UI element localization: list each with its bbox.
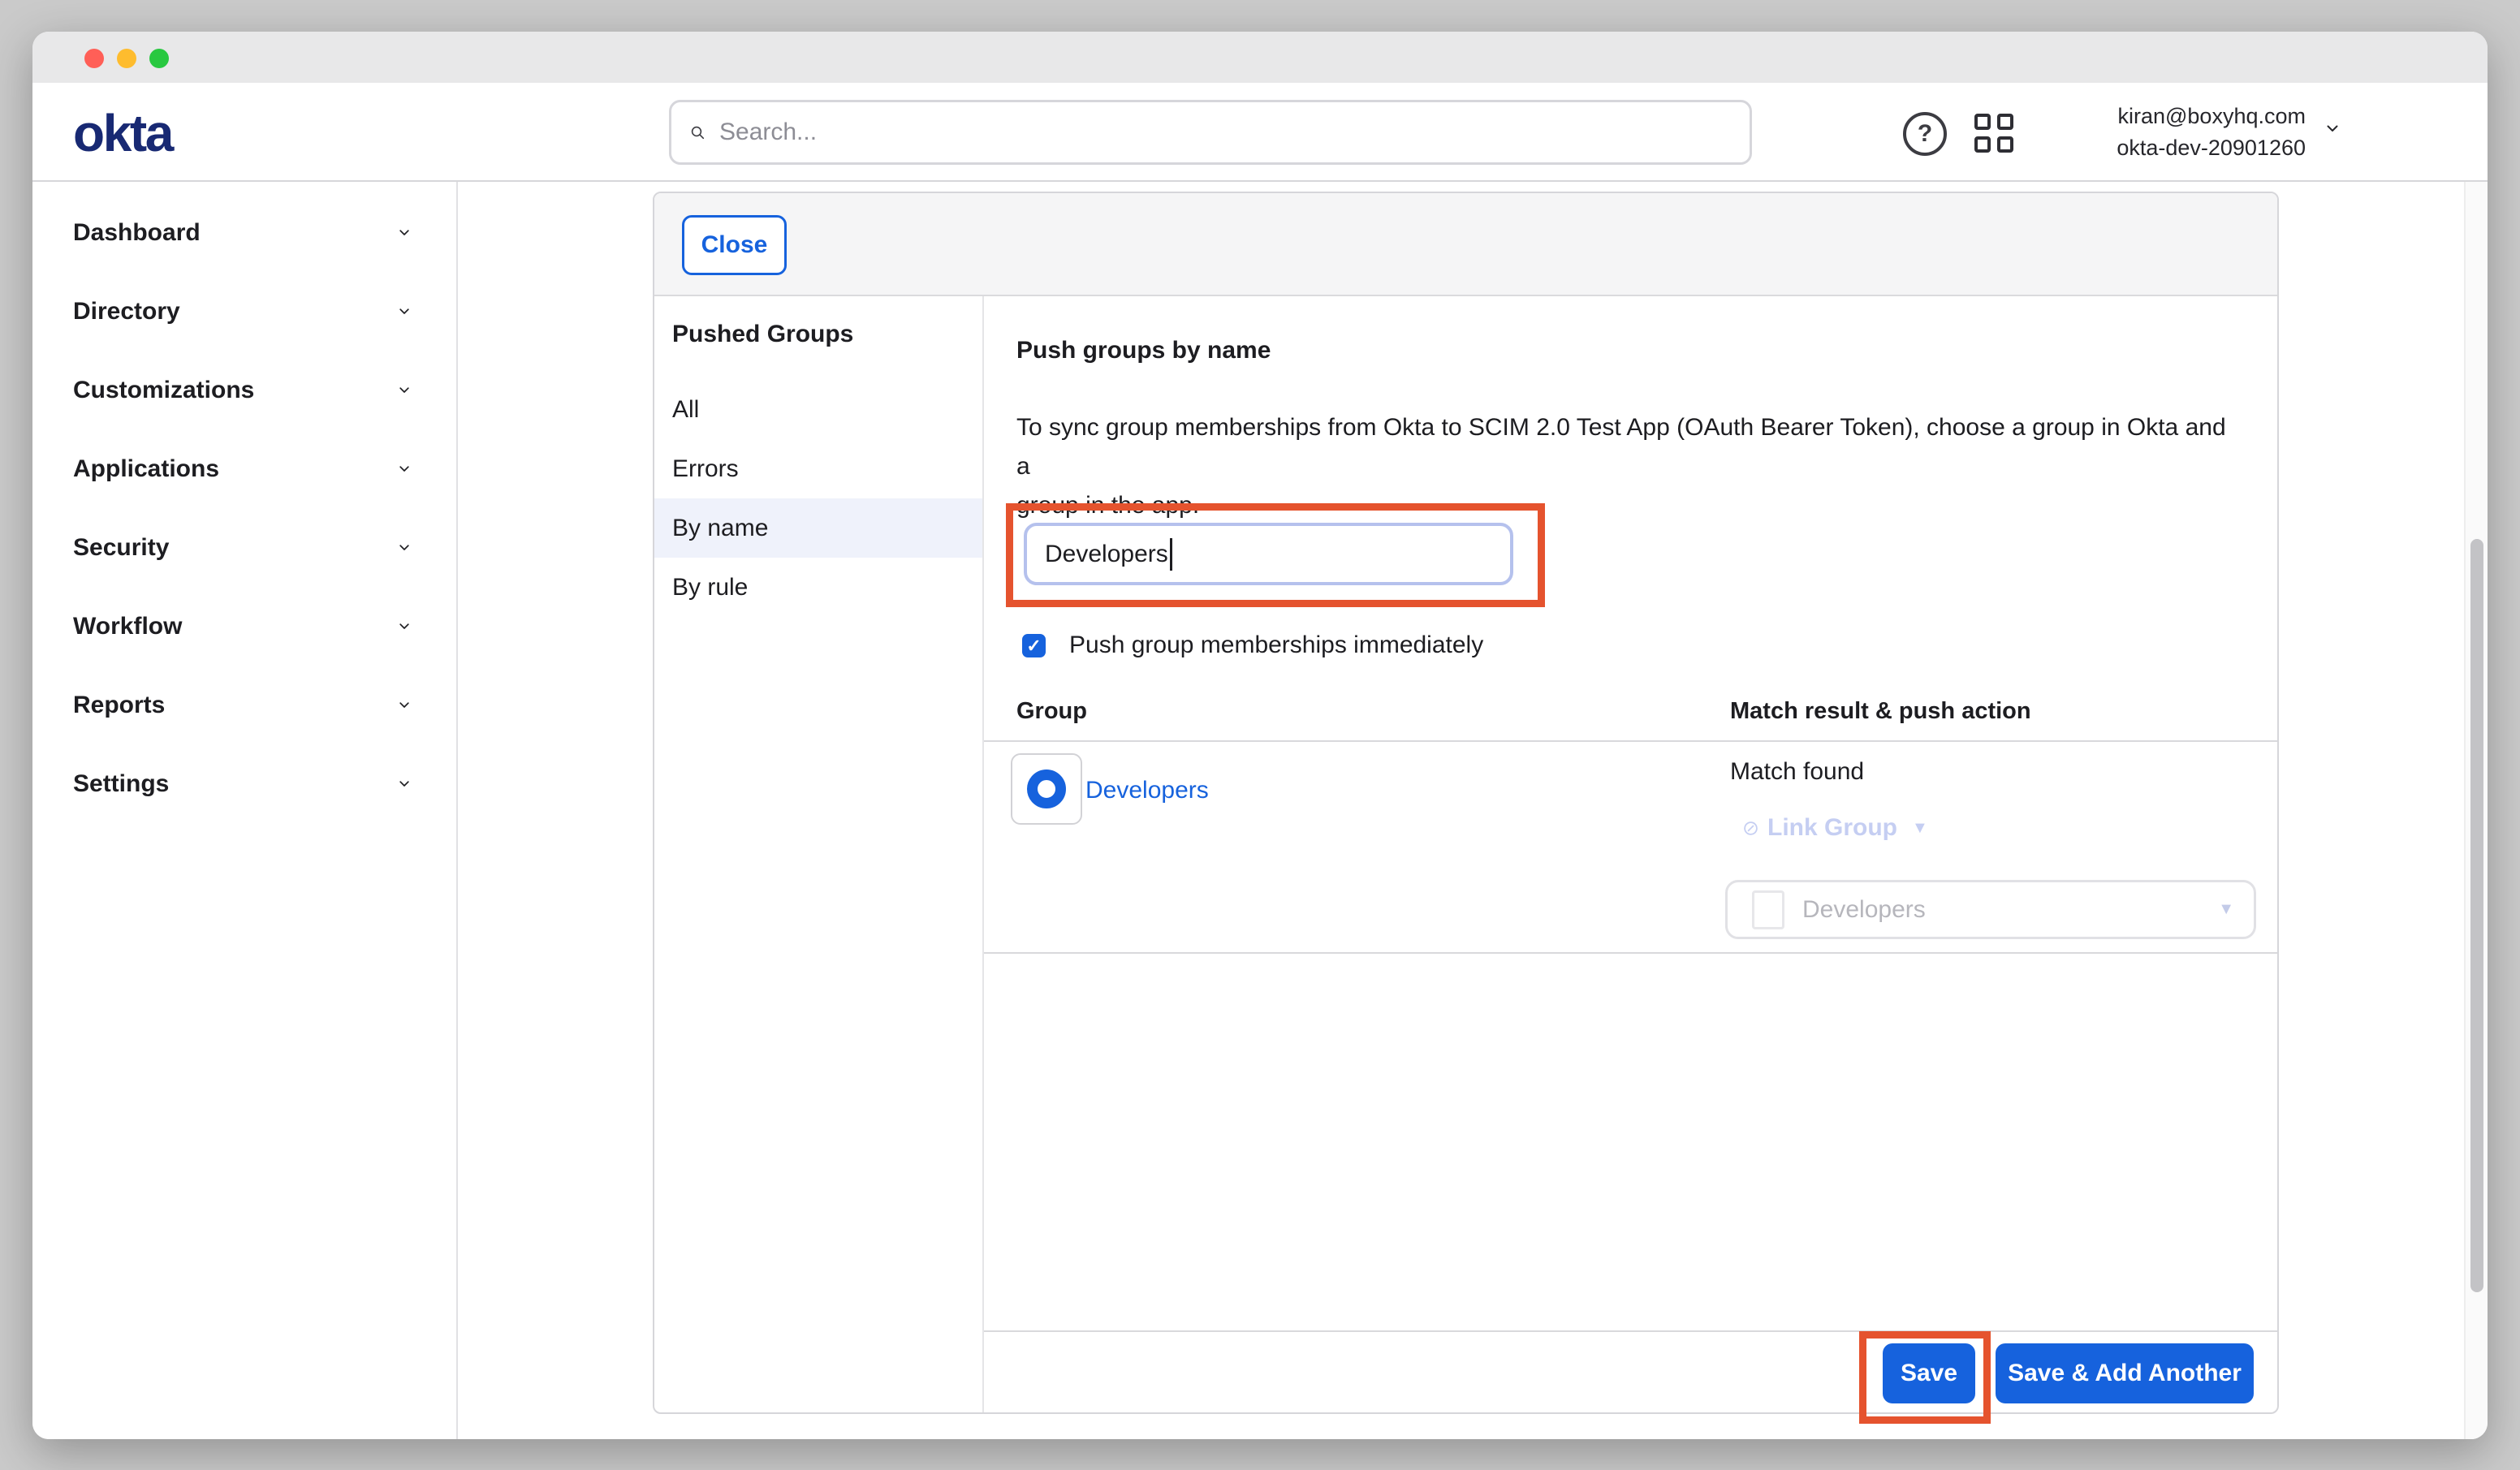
sidebar-item-workflow[interactable]: Workflow (32, 587, 456, 666)
panel-item-by-rule[interactable]: By rule (654, 558, 982, 617)
chevron-down-icon (399, 781, 409, 787)
user-menu-chevron-down-icon[interactable] (2327, 125, 2338, 132)
close-button[interactable]: Close (682, 215, 787, 275)
description-text: To sync group memberships from Okta to S… (1016, 408, 2234, 525)
panel-item-all[interactable]: All (654, 380, 982, 439)
user-org: okta-dev-20901260 (2117, 132, 2306, 164)
main-content: Close Pushed Groups All Errors By name B… (460, 182, 2464, 1439)
user-menu[interactable]: kiran@boxyhq.com okta-dev-20901260 (2117, 101, 2306, 164)
group-circle-icon (1027, 769, 1066, 808)
chevron-down-icon (399, 466, 409, 472)
pushed-groups-title: Pushed Groups (654, 296, 982, 356)
save-button[interactable]: Save (1883, 1343, 1975, 1403)
push-immediately-checkbox[interactable]: ✓ (1022, 634, 1046, 657)
sidebar-item-reports[interactable]: Reports (32, 666, 456, 744)
select-placeholder-icon (1752, 890, 1784, 929)
select-caret-icon: ▼ (2218, 900, 2234, 919)
text-cursor (1170, 538, 1172, 571)
vertical-scrollbar-track[interactable] (2464, 182, 2488, 1439)
app-window: okta ? kiran@boxyhq.com okta-dev-2090126… (32, 32, 2488, 1439)
column-header-match: Match result & push action (1730, 698, 2031, 725)
window-minimize-button[interactable] (117, 49, 136, 68)
sidebar-item-applications[interactable]: Applications (32, 429, 456, 508)
panel-item-errors[interactable]: Errors (654, 439, 982, 498)
okta-logo: okta (73, 104, 172, 162)
group-link[interactable]: Developers (1085, 777, 1209, 804)
link-group-button[interactable]: Link Group ▼ (1744, 814, 1928, 842)
chevron-down-icon (399, 702, 409, 709)
link-icon (1744, 821, 1758, 835)
top-nav: okta ? kiran@boxyhq.com okta-dev-2090126… (32, 83, 2488, 182)
sidebar-item-directory[interactable]: Directory (32, 272, 456, 351)
sidebar-nav: Dashboard Directory Customizations Appli… (32, 182, 458, 1439)
window-zoom-button[interactable] (149, 49, 169, 68)
vertical-scrollbar-thumb[interactable] (2470, 539, 2483, 1292)
user-email: kiran@boxyhq.com (2117, 101, 2306, 132)
link-group-caret-icon: ▼ (1912, 819, 1928, 838)
save-add-another-button[interactable]: Save & Add Another (1996, 1343, 2254, 1403)
window-titlebar (32, 32, 2488, 83)
push-groups-dialog: Close Pushed Groups All Errors By name B… (653, 192, 2279, 1414)
window-close-button[interactable] (84, 49, 104, 68)
panel-item-by-name[interactable]: By name (654, 498, 982, 558)
help-icon[interactable]: ? (1903, 112, 1947, 156)
apps-grid-icon[interactable] (1974, 114, 2013, 153)
search-input[interactable] (719, 119, 1730, 146)
global-search[interactable] (669, 100, 1752, 165)
table-header-divider (984, 740, 2277, 742)
chevron-down-icon (399, 308, 409, 315)
chevron-down-icon (399, 230, 409, 236)
column-header-group: Group (1016, 698, 1087, 725)
footer-divider (984, 1330, 2277, 1332)
match-status: Match found (1730, 758, 1864, 786)
sidebar-item-security[interactable]: Security (32, 508, 456, 587)
chevron-down-icon (399, 387, 409, 394)
table-row-divider (984, 952, 2277, 954)
group-name-input[interactable]: Developers (1024, 523, 1513, 585)
page-title: Push groups by name (1016, 337, 1271, 364)
push-immediately-label: Push group memberships immediately (1069, 632, 1483, 659)
group-avatar (1011, 753, 1082, 825)
push-by-name-pane: Push groups by name To sync group member… (984, 296, 2277, 1412)
target-group-select[interactable]: Developers ▼ (1725, 880, 2256, 939)
sidebar-item-customizations[interactable]: Customizations (32, 351, 456, 429)
sidebar-item-settings[interactable]: Settings (32, 744, 456, 823)
chevron-down-icon (399, 623, 409, 630)
chevron-down-icon (399, 545, 409, 551)
search-icon (691, 126, 705, 140)
sidebar-item-dashboard[interactable]: Dashboard (32, 193, 456, 272)
pushed-groups-panel: Pushed Groups All Errors By name By rule (654, 296, 984, 1412)
dialog-header: Close (654, 193, 2277, 296)
